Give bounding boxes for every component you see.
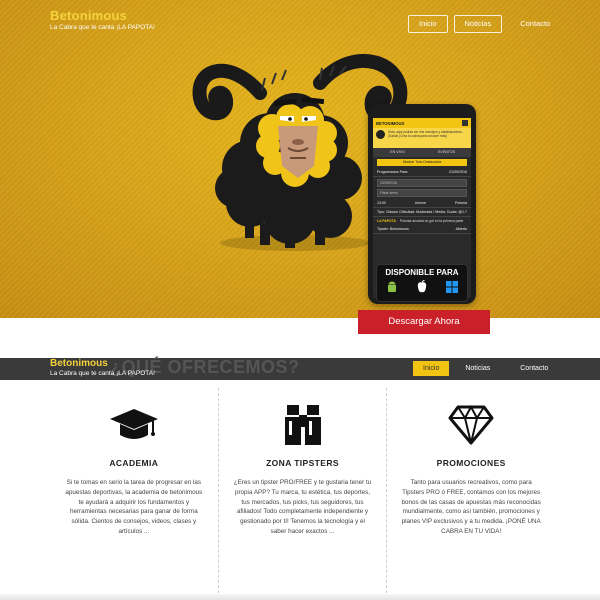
android-icon[interactable] [384, 280, 400, 297]
feature-text: ¿Eres un tipster PRO/FREE y te gustaria … [233, 479, 372, 535]
programmed-date: 21/09/2016 [449, 170, 467, 174]
top-nav: Inicio Noticias Contacto [408, 15, 556, 33]
nav-inicio[interactable]: Inicio [408, 15, 448, 33]
nav-noticias[interactable]: Noticias [453, 15, 503, 33]
store-badge[interactable]: DISPONIBLE PARA [376, 264, 468, 302]
papota-text: Polonia anotará un gol en la primera par… [399, 219, 464, 223]
app-title: BETONIMOUS [376, 120, 405, 126]
tip-text: Dificultad: Moderada / Media [399, 210, 446, 214]
match-time: 13:00 [377, 201, 386, 205]
bar-nav-noticias[interactable]: Noticias [455, 361, 500, 376]
app-tabs: EN VIVO EVENTOS [373, 148, 471, 157]
hero-banner: Betonimous La Cabra que te canta ¡LA PAP… [0, 0, 600, 318]
app-filter-input: Filtrar items [377, 189, 467, 197]
features-section: ACADEMIA Si te tomas en serio la tarea d… [50, 388, 555, 593]
app-papota-row: LA PAPOTA Polonia anotará un gol en la p… [373, 217, 471, 225]
bar-brand[interactable]: Betonimous La Cabra que te canta ¡LA PAP… [50, 358, 155, 378]
feature-title: PROMOCIONES [436, 458, 506, 468]
tip-odds: Cuota: @1.7 [446, 210, 467, 214]
platform-icons [377, 280, 467, 297]
brand-title[interactable]: Betonimous [50, 8, 155, 23]
white-strip [0, 318, 600, 358]
feature-text: Tanto para usuarios recreativos, como pa… [401, 479, 541, 535]
feature-zona-tipsters: ZONA TIPSTERS ¿Eres un tipster PRO/FREE … [217, 388, 387, 593]
app-tipster-row: Tipster: Betonimous Abierto [373, 225, 471, 234]
papota-label: LA PAPOTA [377, 219, 396, 223]
menu-icon [462, 120, 468, 126]
app-header: BETONIMOUS [373, 118, 471, 128]
app-show-button: Mostrar Todo Destacados [377, 159, 467, 166]
diamond-icon [397, 400, 545, 450]
feature-title: ACADEMIA [109, 458, 159, 468]
feature-promociones: PROMOCIONES Tanto para usuarios recreati… [386, 388, 555, 593]
page: Betonimous La Cabra que te canta ¡LA PAP… [0, 0, 600, 600]
badge-title: DISPONIBLE PARA [385, 268, 459, 277]
tipster-label: Tipster: Betonimous [377, 227, 409, 231]
programmed-label: Programados Para: [377, 170, 409, 174]
feature-text: Si te tomas en serio la tarea de progres… [65, 479, 203, 535]
notice-text: Hola, aqui podrás ver mis consejos y cla… [388, 130, 465, 138]
tip-label: Tipo: Clásica [377, 210, 398, 214]
app-notice: Hola, aqui podrás ver mis consejos y cla… [373, 128, 471, 148]
goat-avatar-icon [376, 130, 385, 139]
app-programmed-row: Programados Para: 21/09/2016 [373, 168, 471, 177]
graduation-cap-icon [60, 400, 208, 450]
app-match-row: 13:00 Unione Polonia [373, 199, 471, 208]
app-tab-events: EVENTOS [437, 150, 456, 154]
brand-subtitle: La Cabra que te canta ¡LA PAPOTA! [50, 24, 155, 31]
apple-icon[interactable] [414, 280, 430, 297]
feature-title: ZONA TIPSTERS [266, 458, 339, 468]
bar-brand-subtitle: La Cabra que te canta ¡LA PAPOTA! [50, 370, 155, 377]
bar-nav-contacto[interactable]: Contacto [510, 361, 558, 376]
brand[interactable]: Betonimous La Cabra que te canta ¡LA PAP… [50, 8, 155, 31]
bar-brand-title[interactable]: Betonimous [50, 358, 155, 370]
app-tip-row: Tipo: Clásica Dificultad: Moderada / Med… [373, 208, 471, 217]
sticky-nav-bar: ¿QUÉ OFRECEMOS? Betonimous La Cabra que … [0, 357, 600, 380]
windows-icon[interactable] [444, 280, 460, 297]
feature-academia: ACADEMIA Si te tomas en serio la tarea d… [50, 388, 218, 593]
app-date-input: 23/09/2016 [377, 179, 467, 187]
nav-contacto[interactable]: Contacto [514, 15, 556, 33]
phone-mockup: BETONIMOUS Hola, aqui podrás ver mis con… [368, 104, 476, 304]
match-away: Polonia [454, 201, 467, 205]
bottom-divider [0, 594, 600, 600]
app-tab-live: EN VIVO [390, 150, 405, 154]
download-button[interactable]: Descargar Ahora [358, 310, 490, 334]
match-home: Unione [414, 201, 427, 205]
bar-nav-inicio[interactable]: Inicio [413, 361, 450, 376]
binoculars-icon [229, 400, 377, 450]
bar-nav: Inicio Noticias Contacto [413, 361, 558, 376]
tipster-status: Abierto [455, 227, 467, 231]
